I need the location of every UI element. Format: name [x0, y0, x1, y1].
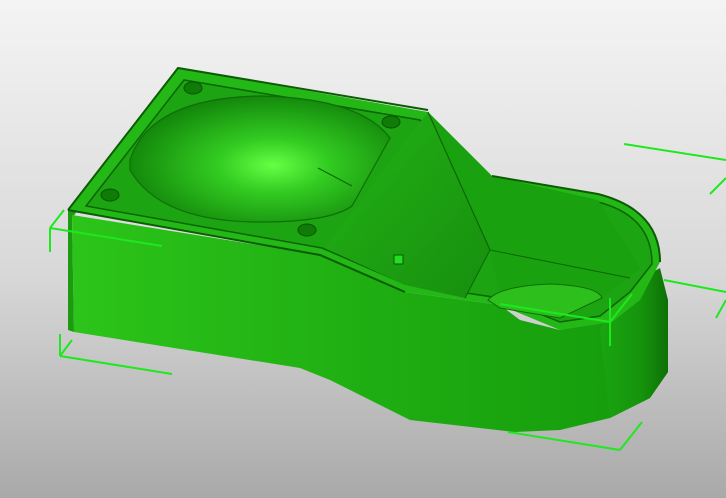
bbox-corner: [663, 279, 726, 319]
screw-hole: [297, 223, 317, 237]
model-part[interactable]: [67, 66, 668, 432]
screw-hole: [183, 81, 203, 95]
scene-canvas[interactable]: [0, 0, 726, 498]
bbox-corner: [623, 143, 726, 195]
selection-handle-icon[interactable]: [393, 254, 404, 265]
screw-hole: [100, 188, 120, 202]
screw-hole: [381, 115, 401, 129]
3d-viewport[interactable]: [0, 0, 726, 498]
fan-bowl: [129, 95, 391, 223]
